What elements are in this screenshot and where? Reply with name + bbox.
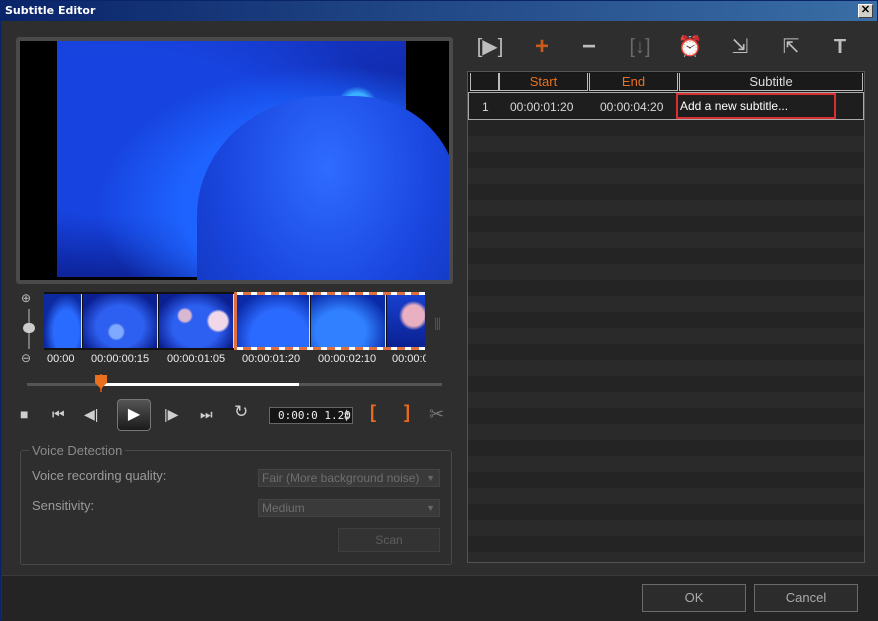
timeline-ruler: 00:00 00:00:00:15 00:00:01:05 00:00:01:2… [44,353,426,367]
audio-waveform-icon[interactable]: ⦀ [434,317,441,335]
column-header-start[interactable]: Start [499,73,588,91]
video-preview [20,41,449,280]
timeline-zoom-control: ⊕ ⊖ [19,291,39,371]
go-to-end-icon[interactable]: ⏭ [200,407,213,421]
timeline-label: 00:00:00:15 [91,353,150,365]
timeline-label: 00:00:01:20 [242,353,301,365]
close-icon[interactable]: ✕ [858,4,873,18]
voice-quality-select[interactable]: Fair (More background noise) ▼ [258,469,440,487]
go-to-start-icon[interactable]: ⏮ [52,407,65,421]
time-offset-icon[interactable]: ⏰ [675,35,705,59]
timeline-label: 00:00 [47,353,75,365]
sensitivity-value: Medium [262,501,305,515]
export-subtitle-icon[interactable]: ⇱ [776,35,806,59]
timeline-label: 00:00:02:10 [318,353,377,365]
voice-quality-value: Fair (More background noise) [262,471,420,485]
subtitle-list: Start End Subtitle 1 00:00:01:20 00:00:0… [467,71,865,563]
thumbnail-frame [159,294,234,348]
title-bar: Subtitle Editor ✕ [1,1,877,21]
chevron-down-icon: ▼ [426,503,435,513]
add-subtitle-icon[interactable]: + [527,35,557,59]
table-row[interactable]: 1 00:00:01:20 00:00:04:20 Add a new subt… [468,92,864,120]
cancel-button[interactable]: Cancel [754,584,858,612]
next-frame-icon[interactable]: |▶ [164,407,178,421]
text-options-icon[interactable]: T [825,35,855,59]
timecode-input[interactable]: 0:00:0 1.20 ▲ ▼ [269,407,353,424]
play-subtitle-icon[interactable]: [▶] [475,35,505,59]
sensitivity-label: Sensitivity: [32,498,95,513]
merge-subtitles-icon[interactable]: [↓] [625,35,655,59]
timeline-label: 00:00:0 [392,353,426,365]
timeline-label: 00:00:01:05 [167,353,226,365]
split-subtitle-icon[interactable]: ✂ [429,404,444,425]
stop-icon[interactable]: ■ [20,407,28,421]
thumbnail-frame [44,294,82,348]
dialog-body: ⊕ ⊖ 00:00 00:00:00:15 00:00:01:05 00:00:… [2,21,878,621]
zoom-in-icon[interactable]: ⊕ [21,291,31,305]
subtitle-toolbar: [▶] + − [↓] ⏰ ⇲ ⇱ T [467,31,867,67]
playback-scrubber[interactable] [27,374,442,392]
dialog-footer: OK Cancel [2,575,878,621]
voice-quality-label: Voice recording quality: [32,468,167,483]
video-frame-image [57,41,449,280]
sensitivity-select[interactable]: Medium ▼ [258,499,440,517]
video-preview-frame [16,37,453,284]
ok-button[interactable]: OK [642,584,746,612]
column-header-end[interactable]: End [589,73,678,91]
zoom-out-icon[interactable]: ⊖ [21,351,31,365]
scrubber-progress [101,383,299,386]
playback-controls: ■ ⏮ ◀| ▶ |▶ ⏭ ↻ 0:00:0 1.20 ▲ ▼ [ ] ✂ [16,397,456,433]
timecode-spinner-icon[interactable]: ▲ ▼ [344,408,349,423]
window-title: Subtitle Editor [5,4,96,17]
remove-subtitle-icon[interactable]: − [574,35,604,59]
subtitle-range-selection[interactable] [234,292,425,350]
subtitle-editor-window: Subtitle Editor ✕ ⊕ ⊖ 00:00 00:00:00:15 … [0,0,878,621]
voice-detection-legend: Voice Detection [29,443,126,458]
subtitle-list-header: Start End Subtitle [468,72,864,92]
subtitle-text-field[interactable]: Add a new subtitle... [676,93,836,119]
voice-detection-group: Voice Detection Voice recording quality:… [20,443,452,565]
row-start-time[interactable]: 00:00:01:20 [510,100,573,114]
zoom-slider-knob[interactable] [23,323,35,333]
scan-button[interactable]: Scan [338,528,440,552]
column-header-index [470,73,499,91]
mark-in-icon[interactable]: [ [370,402,376,423]
thumbnail-frame [83,294,158,348]
repeat-icon[interactable]: ↻ [234,403,248,420]
chevron-down-icon: ▼ [426,473,435,483]
row-end-time[interactable]: 00:00:04:20 [600,100,663,114]
playhead-handle[interactable] [95,375,107,389]
column-header-subtitle[interactable]: Subtitle [679,73,863,91]
import-subtitle-icon[interactable]: ⇲ [725,35,755,59]
play-button[interactable]: ▶ [117,399,151,431]
row-index: 1 [482,100,489,114]
timeline-filmstrip[interactable] [44,292,425,350]
play-icon: ▶ [127,406,141,423]
mark-out-icon[interactable]: ] [404,402,410,423]
timecode-value: 0:00:0 1.20 [278,409,351,422]
previous-frame-icon[interactable]: ◀| [84,407,98,421]
